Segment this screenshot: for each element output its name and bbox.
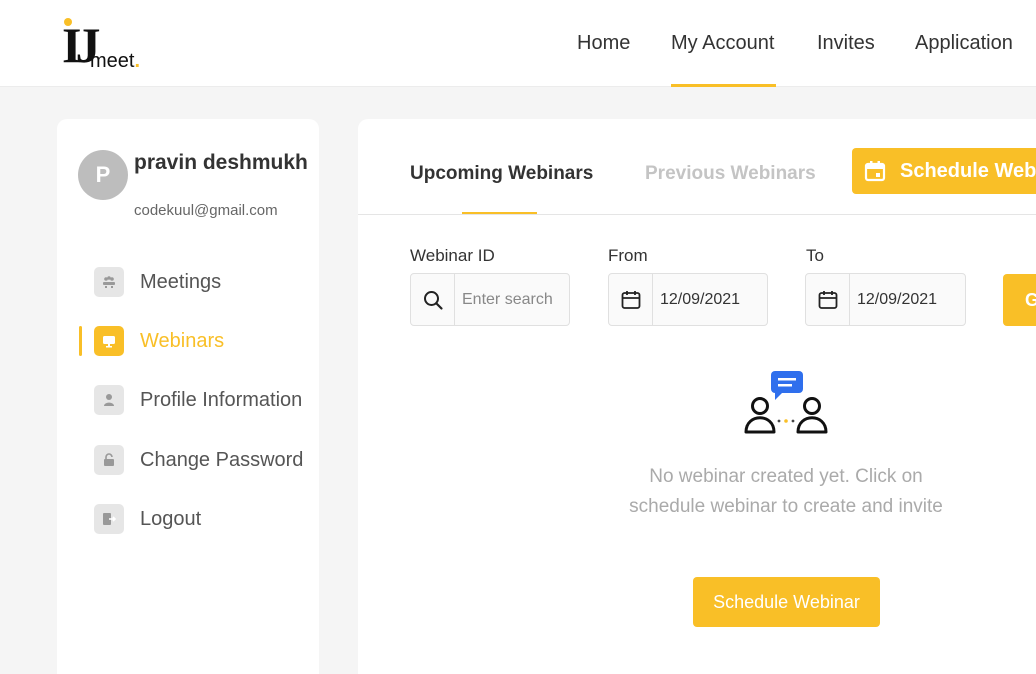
- calendar-icon: [864, 161, 886, 182]
- to-date-field[interactable]: 12/09/2021: [805, 273, 966, 326]
- tab-upcoming-webinars[interactable]: Upcoming Webinars: [410, 163, 593, 185]
- nav-active-indicator: [671, 84, 776, 87]
- webinar-search-input[interactable]: [455, 290, 565, 309]
- sidebar-item-label: Logout: [140, 507, 202, 530]
- logo-wordmark: meet.: [90, 50, 141, 72]
- sidebar-item-label: Meetings: [140, 270, 222, 293]
- search-icon: [411, 274, 455, 325]
- sidebar-item-label: Change Password: [140, 448, 304, 471]
- to-date-value: 12/09/2021: [857, 290, 938, 308]
- sidebar-item-webinars[interactable]: Webinars: [57, 321, 319, 361]
- nav-my-account[interactable]: My Account: [671, 0, 774, 87]
- nav-invites[interactable]: Invites: [817, 0, 875, 87]
- nav-application[interactable]: Application: [915, 0, 1013, 87]
- avatar: P: [78, 150, 128, 200]
- lock-icon: [94, 445, 124, 475]
- sidebar-item-change-password[interactable]: Change Password: [57, 440, 319, 480]
- sidebar-item-meetings[interactable]: Meetings: [57, 262, 319, 302]
- top-header: IJ meet. Home My Account Invites Applica…: [0, 0, 1036, 87]
- account-sidebar: P pravin deshmukh codekuul@gmail.com Mee…: [57, 119, 319, 674]
- no-webinar-illustration: [743, 369, 829, 435]
- from-date-field[interactable]: 12/09/2021: [608, 273, 768, 326]
- webinar-id-field: [410, 273, 570, 326]
- schedule-webinar-header-label: Schedule Webinar: [900, 159, 1036, 182]
- calendar-icon: [806, 274, 850, 325]
- schedule-webinar-header-button[interactable]: Schedule Webinar: [852, 148, 1036, 194]
- from-label: From: [608, 246, 648, 265]
- nav-home[interactable]: Home: [577, 0, 630, 87]
- user-icon: [94, 385, 124, 415]
- from-date-value: 12/09/2021: [660, 290, 741, 308]
- webinar-icon: [94, 326, 124, 356]
- tab-divider: [358, 214, 1036, 215]
- sidebar-item-label: Webinars: [140, 329, 225, 352]
- to-label: To: [806, 246, 824, 265]
- sidebar-item-label: Profile Information: [140, 388, 303, 411]
- meeting-icon: [94, 267, 124, 297]
- schedule-webinar-button[interactable]: Schedule Webinar: [693, 577, 880, 627]
- empty-state-message: No webinar created yet. Click on schedul…: [629, 466, 943, 517]
- go-button[interactable]: G: [1003, 274, 1036, 326]
- ijmeet-logo[interactable]: IJ meet.: [62, 18, 152, 72]
- sidebar-item-logout[interactable]: Logout: [57, 499, 319, 539]
- calendar-icon: [609, 274, 653, 325]
- active-indicator: [79, 326, 82, 356]
- logout-icon: [94, 504, 124, 534]
- sidebar-item-profile[interactable]: Profile Information: [57, 380, 319, 420]
- tab-previous-webinars[interactable]: Previous Webinars: [645, 163, 816, 185]
- webinars-panel: Upcoming Webinars Previous Webinars Sche…: [358, 119, 1036, 674]
- webinar-id-label: Webinar ID: [410, 246, 495, 265]
- user-name: pravin deshmukh: [134, 151, 308, 174]
- user-email: codekuul@gmail.com: [134, 202, 278, 219]
